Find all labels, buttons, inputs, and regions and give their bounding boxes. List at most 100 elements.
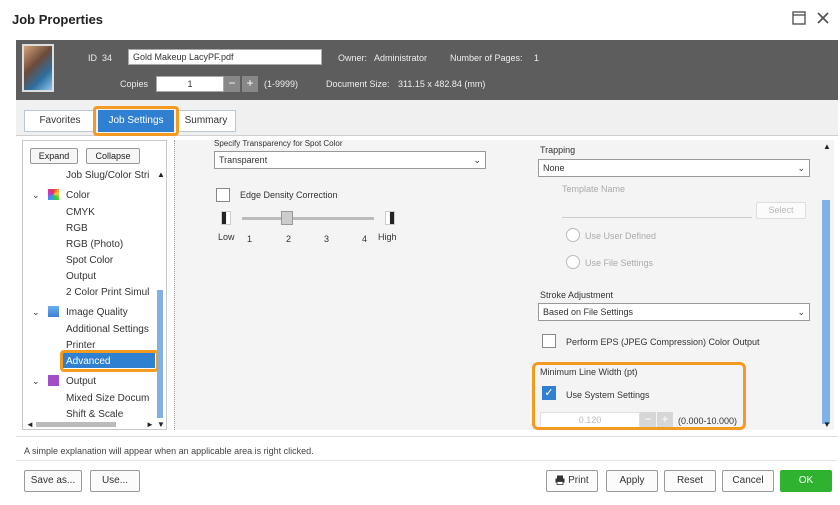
scroll-left-icon[interactable]: ◄: [26, 420, 34, 429]
template-name-label: Template Name: [562, 184, 626, 194]
slider-tick-4: 4: [362, 234, 368, 244]
scroll-up-icon[interactable]: ▲: [823, 142, 831, 151]
slider-tick-2: 2: [286, 234, 292, 244]
tree-item-shift-scale[interactable]: Shift & Scale: [66, 409, 123, 420]
job-settings-highlight: [93, 106, 179, 136]
tree-item-output[interactable]: Output: [66, 271, 96, 282]
select-button[interactable]: Select: [756, 202, 806, 219]
pages-value: 1: [534, 53, 540, 63]
tree-item-image-quality[interactable]: Image Quality: [66, 307, 128, 318]
owner-value: Administrator: [374, 53, 428, 63]
slider-tick-1: 1: [247, 234, 253, 244]
slider-tick-3: 3: [324, 234, 330, 244]
owner-label: Owner:: [338, 53, 368, 63]
tree-item-job-slug[interactable]: Job Slug/Color Stri: [66, 170, 149, 181]
collapse-button[interactable]: Collapse: [86, 148, 140, 164]
divider: [16, 436, 838, 437]
tree-item-cmyk[interactable]: CMYK: [66, 207, 95, 218]
trapping-value: None: [543, 163, 565, 173]
tree-item-color[interactable]: Color: [66, 190, 90, 201]
stroke-adjustment-label: Stroke Adjustment: [540, 290, 614, 300]
title-bar: [0, 0, 840, 40]
print-button[interactable]: Print: [546, 470, 598, 492]
reset-button[interactable]: Reset: [664, 470, 716, 492]
scroll-down-icon[interactable]: ▼: [157, 420, 165, 429]
id-value: 34: [102, 53, 113, 63]
apply-button[interactable]: Apply: [606, 470, 658, 492]
tree-item-rgb-photo[interactable]: RGB (Photo): [66, 239, 123, 250]
ok-button[interactable]: OK: [780, 470, 832, 492]
tree-item-rgb[interactable]: RGB: [66, 223, 88, 234]
slider-high-label: High: [378, 232, 397, 242]
min-line-highlight: [532, 362, 746, 430]
hint-text: A simple explanation will appear when an…: [24, 446, 314, 456]
chevron-down-icon: ⌄: [797, 163, 805, 173]
scroll-up-icon[interactable]: ▲: [157, 170, 165, 179]
pages-label: Number of Pages:: [450, 53, 523, 63]
job-header: ID 34 Gold Makeup LacyPF.pdf Owner: Admi…: [16, 40, 838, 100]
printer-icon: [555, 473, 565, 493]
maximize-icon[interactable]: [790, 10, 808, 28]
chevron-down-icon[interactable]: ⌄: [32, 307, 40, 318]
filename-field[interactable]: Gold Makeup LacyPF.pdf: [128, 49, 322, 65]
density-slider-thumb[interactable]: [281, 211, 293, 225]
copies-range: (1-9999): [264, 79, 299, 89]
use-user-defined-label: Use User Defined: [585, 231, 657, 241]
eps-output-label: Perform EPS (JPEG Compression) Color Out…: [566, 337, 760, 347]
print-label: Print: [568, 475, 589, 486]
tree-item-output-category[interactable]: Output: [66, 376, 96, 387]
density-slider-track[interactable]: [242, 217, 374, 220]
transparency-label: Specify Transparency for Spot Color: [214, 139, 343, 148]
chevron-down-icon[interactable]: ⌄: [32, 376, 40, 387]
transparency-select[interactable]: Transparent ⌄: [214, 151, 486, 169]
use-file-settings-label: Use File Settings: [585, 258, 654, 268]
save-as-button[interactable]: Save as...: [24, 470, 82, 492]
copies-input[interactable]: 1: [156, 76, 224, 92]
settings-scrollbar[interactable]: [822, 200, 830, 424]
slider-high-marker-icon: [385, 211, 395, 225]
tab-summary[interactable]: Summary: [176, 110, 236, 132]
scroll-down-icon[interactable]: ▼: [823, 420, 831, 429]
advanced-highlight: [60, 350, 159, 372]
copies-label: Copies: [120, 79, 149, 89]
slider-low-marker-icon: [221, 211, 231, 225]
stroke-adjustment-select[interactable]: Based on File Settings ⌄: [538, 303, 810, 321]
color-category-icon: [48, 189, 59, 200]
window-title: Job Properties: [12, 12, 104, 27]
scroll-right-icon[interactable]: ►: [146, 420, 154, 429]
close-icon[interactable]: [814, 10, 832, 28]
chevron-down-icon[interactable]: ⌄: [32, 190, 40, 201]
eps-output-checkbox[interactable]: [542, 334, 556, 348]
tree-h-scrollbar[interactable]: [36, 422, 116, 427]
cancel-button[interactable]: Cancel: [722, 470, 774, 492]
copies-increment-button[interactable]: +: [242, 76, 258, 92]
edge-density-checkbox[interactable]: [216, 188, 230, 202]
divider: [16, 460, 838, 461]
tree-item-spot-color[interactable]: Spot Color: [66, 255, 113, 266]
expand-button[interactable]: Expand: [30, 148, 78, 164]
tree-item-additional-settings[interactable]: Additional Settings: [66, 324, 149, 335]
edge-density-label: Edge Density Correction: [240, 190, 338, 200]
doc-size-label: Document Size:: [326, 79, 390, 89]
tree-item-2-color-print[interactable]: 2 Color Print Simul: [66, 287, 149, 298]
job-thumbnail: [22, 44, 54, 92]
tab-favorites[interactable]: Favorites: [24, 110, 96, 132]
transparency-value: Transparent: [219, 155, 268, 165]
tree-item-mixed-size[interactable]: Mixed Size Docum: [66, 393, 149, 404]
id-label: ID: [88, 53, 97, 63]
chevron-down-icon: ⌄: [797, 307, 805, 317]
tree-scrollbar[interactable]: [157, 290, 163, 418]
use-user-defined-radio[interactable]: [566, 228, 580, 242]
slider-low-label: Low: [218, 232, 235, 242]
stroke-adjustment-value: Based on File Settings: [543, 307, 634, 317]
chevron-down-icon: ⌄: [473, 155, 481, 165]
use-button[interactable]: Use...: [90, 470, 140, 492]
template-name-field[interactable]: [562, 203, 752, 218]
copies-decrement-button[interactable]: −: [224, 76, 240, 92]
output-category-icon: [48, 375, 59, 386]
image-quality-icon: [48, 306, 59, 317]
trapping-label: Trapping: [540, 145, 576, 155]
use-file-settings-radio[interactable]: [566, 255, 580, 269]
trapping-select[interactable]: None ⌄: [538, 159, 810, 177]
doc-size-value: 311.15 x 482.84 (mm): [398, 79, 486, 89]
